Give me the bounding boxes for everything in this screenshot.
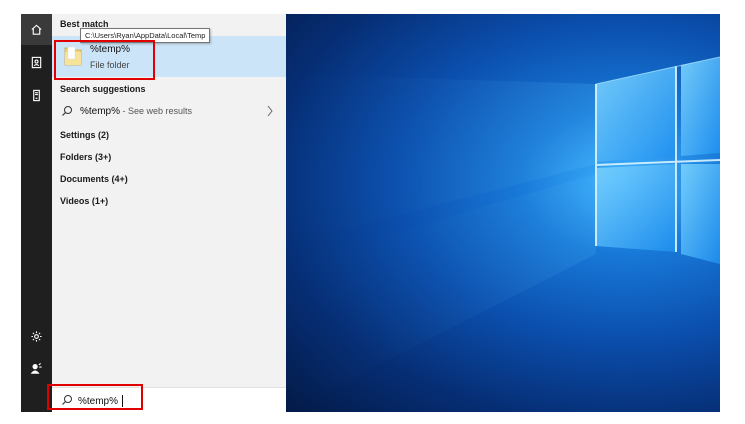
search-icon [62,106,72,116]
settings-gear-icon [31,331,42,342]
best-match-highlight [54,40,155,80]
chevron-right-icon[interactable] [266,105,274,117]
search-box-highlight [47,384,143,410]
tower-button[interactable] [21,80,52,111]
start-rail [21,14,52,412]
home-icon [31,24,42,35]
category-documents[interactable]: Documents (4+) [60,174,128,184]
category-folders[interactable]: Folders (3+) [60,152,111,162]
person-pin-button[interactable] [21,47,52,78]
category-videos[interactable]: Videos (1+) [60,196,108,206]
desktop-wallpaper [286,14,720,412]
category-settings[interactable]: Settings (2) [60,130,109,140]
windows-logo-light [286,56,720,412]
power-user-icon [30,362,42,374]
web-suggestion-hint: - See web results [120,106,193,116]
settings-button[interactable] [21,321,52,352]
web-suggestion-query: %temp% [80,106,121,117]
web-suggestion-row[interactable]: %temp% - See web results [52,102,286,122]
tower-icon [33,89,40,102]
person-pin-icon [31,56,42,69]
search-suggestions-heading: Search suggestions [60,84,146,94]
user-button[interactable] [21,353,52,384]
home-button[interactable] [21,14,52,45]
